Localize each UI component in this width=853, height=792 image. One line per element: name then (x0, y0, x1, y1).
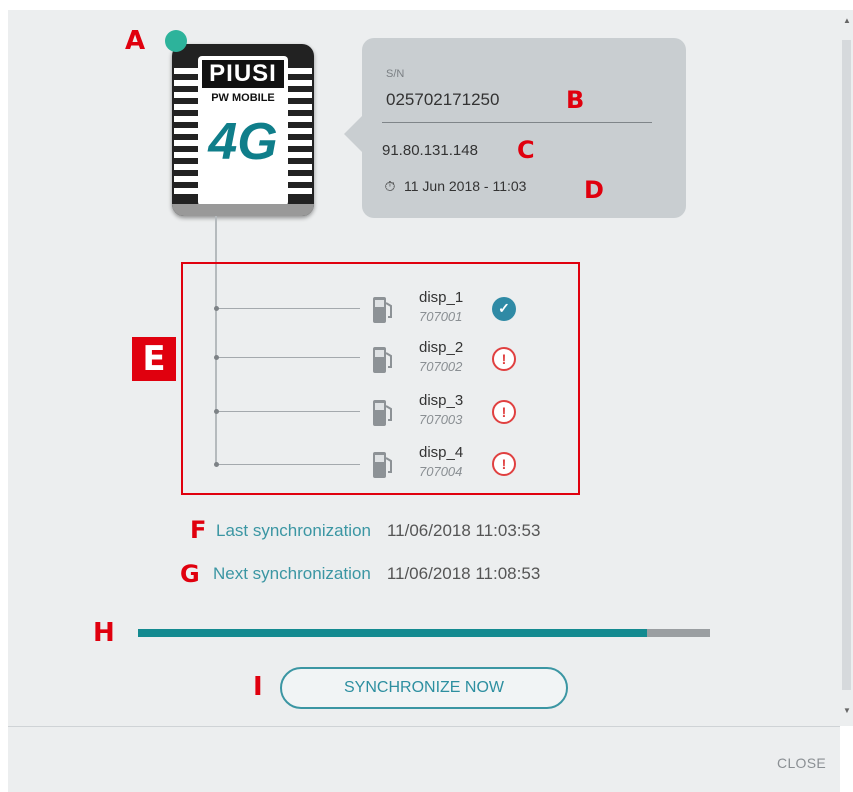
device-base (172, 204, 314, 216)
fuel-pump-icon (373, 400, 392, 426)
dispenser-name: disp_1 (419, 289, 464, 306)
serial-number: 025702171250 (386, 90, 500, 109)
stopwatch-icon: ⏱ (384, 178, 396, 194)
dispenser-name: disp_3 (419, 392, 464, 409)
alert-circle-icon: ! (492, 452, 516, 476)
device-image: PIUSI PW MOBILE 4G (172, 44, 314, 216)
dispenser-item[interactable]: disp_3 707003 ! (368, 390, 538, 434)
alert-circle-icon: ! (492, 400, 516, 424)
dispenser-item[interactable]: disp_2 707002 ! (368, 337, 538, 381)
next-sync-row: Next synchronization 11/06/2018 11:08:53 (213, 564, 540, 584)
last-sync-label: Last synchronization (216, 521, 371, 540)
next-sync-value: 11/06/2018 11:08:53 (386, 564, 541, 583)
device-info-card: S/N 025702171250 91.80.131.148 ⏱ 11 Jun 2… (344, 38, 686, 218)
annotation-d: D (584, 176, 604, 204)
dispenser-item[interactable]: disp_1 707001 ✓ (368, 287, 538, 331)
check-circle-icon: ✓ (492, 297, 516, 321)
device-grille-right (288, 68, 312, 198)
annotation-b: B (566, 86, 585, 114)
annotation-a: A (125, 26, 146, 56)
scroll-thumb[interactable] (842, 40, 851, 690)
annotation-e: E (132, 337, 176, 381)
last-contact-timestamp: ⏱ 11 Jun 2018 - 11:03 (382, 178, 527, 195)
sync-progress-bar (138, 629, 710, 637)
timestamp-text: 11 Jun 2018 - 11:03 (404, 178, 527, 194)
serial-underline (382, 122, 652, 123)
annotation-c: C (517, 136, 535, 164)
device-grille-left (174, 68, 198, 198)
next-sync-label: Next synchronization (213, 564, 371, 583)
dispenser-name: disp_4 (419, 444, 464, 461)
dispenser-code: 707003 (419, 412, 463, 427)
dispenser-code: 707002 (419, 359, 463, 374)
device-face: PIUSI PW MOBILE 4G (198, 56, 288, 206)
alert-circle-icon: ! (492, 347, 516, 371)
scrollbar[interactable]: ▲ ▼ (840, 10, 853, 726)
annotation-f: F (190, 516, 207, 544)
sync-progress-fill (138, 629, 648, 637)
dispenser-name: disp_2 (419, 339, 464, 356)
device-network-logo: 4G (208, 113, 278, 171)
dispenser-item[interactable]: disp_4 707004 ! (368, 442, 538, 486)
serial-label: S/N (386, 68, 405, 80)
annotation-g: G (180, 560, 200, 588)
last-sync-row: Last synchronization 11/06/2018 11:03:53 (216, 521, 540, 541)
scroll-up-icon[interactable]: ▲ (843, 16, 851, 25)
ip-address: 91.80.131.148 (382, 142, 478, 159)
device-model-label: PW MOBILE (211, 92, 275, 104)
annotation-i: I (253, 672, 263, 702)
annotation-h: H (93, 618, 115, 648)
fuel-pump-icon (373, 347, 392, 373)
fuel-pump-icon (373, 297, 392, 323)
dispenser-code: 707001 (419, 309, 463, 324)
device-brand-logo: PIUSI (202, 60, 284, 88)
fuel-pump-icon (373, 452, 392, 478)
scroll-down-icon[interactable]: ▼ (843, 706, 851, 715)
close-button[interactable]: CLOSE (777, 755, 826, 771)
online-status-indicator (165, 30, 187, 52)
synchronize-now-button[interactable]: SYNCHRONIZE NOW (280, 667, 568, 709)
dialog-footer: CLOSE (8, 726, 840, 792)
last-sync-value: 11/06/2018 11:03:53 (386, 521, 541, 540)
dispenser-code: 707004 (419, 464, 463, 479)
